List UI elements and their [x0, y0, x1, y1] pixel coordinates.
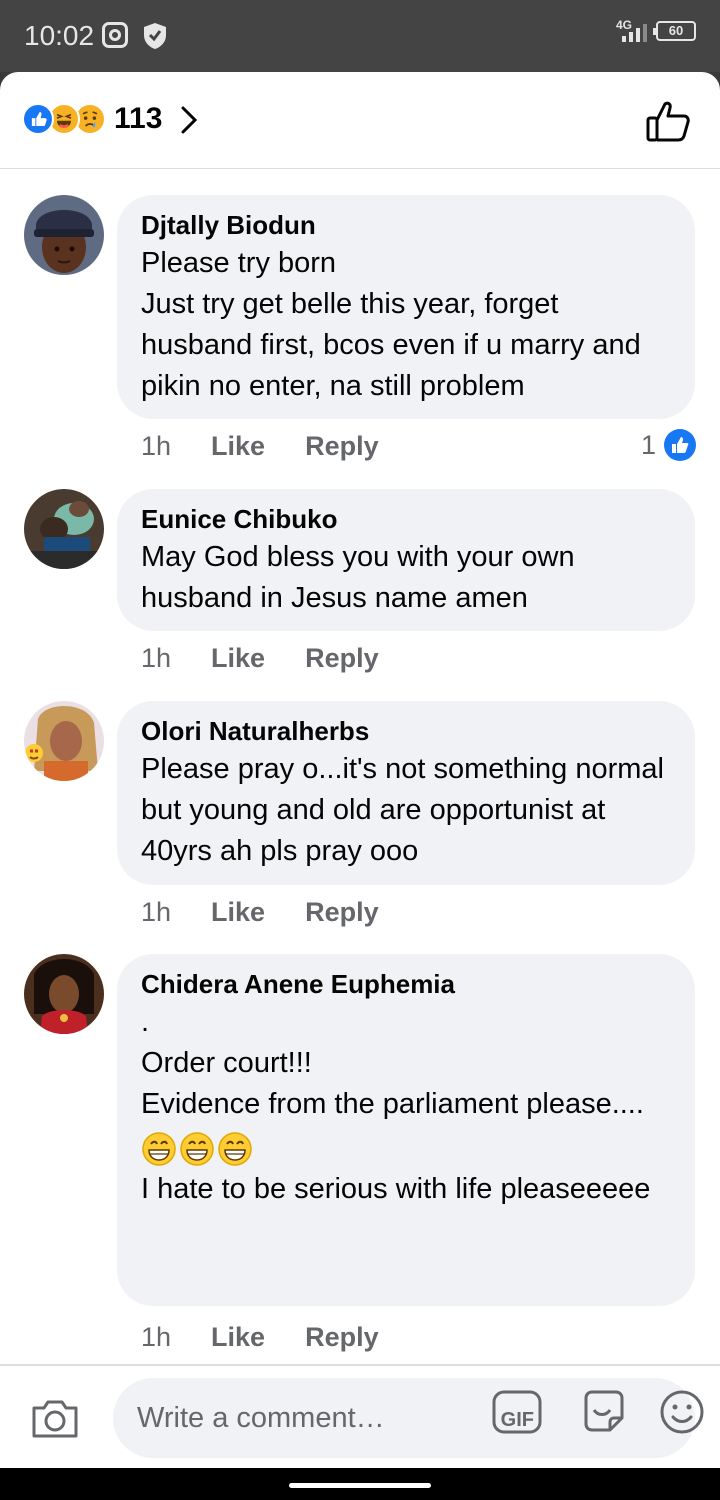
home-indicator[interactable]	[289, 1483, 431, 1488]
signal-icon: 4G	[616, 18, 650, 44]
gif-button[interactable]: GIF	[492, 1390, 580, 1440]
comments-sheet: 113 Djtally Biodun Please try born Just …	[0, 72, 720, 1468]
reactions-summary[interactable]: 113	[22, 102, 198, 136]
like-button[interactable]: Like	[211, 643, 265, 674]
comment-actions: 1h Like Reply	[141, 431, 379, 462]
comment-text: May God bless you with your own husband …	[141, 541, 575, 614]
like-button[interactable]: Like	[211, 897, 265, 928]
comment-bubble: Eunice Chibuko May God bless you with yo…	[117, 489, 695, 631]
comment-time: 1h	[141, 643, 172, 673]
grinning-face-icon	[180, 1132, 214, 1166]
reaction-count: 113	[114, 102, 163, 135]
battery-level: 60	[668, 23, 684, 38]
comment-author[interactable]: Djtally Biodun	[141, 209, 671, 241]
like-icon	[664, 429, 696, 461]
avatar[interactable]	[24, 954, 104, 1034]
reply-button[interactable]: Reply	[305, 431, 379, 462]
grinning-face-icon	[142, 1132, 176, 1166]
avatar[interactable]	[24, 195, 104, 275]
emoji-row	[141, 1131, 671, 1167]
like-reaction-icon	[22, 103, 54, 135]
avatar[interactable]	[24, 489, 104, 569]
emoji-icon[interactable]	[658, 1388, 706, 1441]
battery-icon: 60	[653, 21, 696, 41]
comment-author[interactable]: Eunice Chibuko	[141, 503, 671, 535]
comment-author[interactable]: Chidera Anene Euphemia	[141, 968, 671, 1000]
comment-text: . Order court!!! Evidence from the parli…	[141, 1006, 644, 1120]
comment-bubble: Chidera Anene Euphemia . Order court!!! …	[117, 954, 695, 1306]
chevron-right-icon	[181, 106, 198, 134]
like-button[interactable]: Like	[211, 431, 265, 462]
instagram-icon	[102, 22, 128, 48]
thumbs-up-icon[interactable]	[646, 100, 690, 147]
comment-actions: 1h Like Reply	[141, 1322, 379, 1353]
reply-button[interactable]: Reply	[305, 643, 379, 674]
comment-bubble: Olori Naturalherbs Please pray o...it's …	[117, 701, 695, 885]
comment-text: I hate to be serious with life pleaseeee…	[141, 1173, 651, 1205]
system-nav-bar	[0, 1468, 720, 1500]
comment-time: 1h	[141, 431, 172, 461]
comment-actions: 1h Like Reply	[141, 643, 379, 674]
gif-label: GIF	[500, 1408, 534, 1431]
comment-text: Please try born Just try get belle this …	[141, 247, 641, 402]
sticker-icon[interactable]	[580, 1388, 628, 1441]
comment-text: Please pray o...it's not something norma…	[141, 753, 664, 867]
reply-button[interactable]: Reply	[305, 897, 379, 928]
camera-icon[interactable]	[30, 1396, 80, 1445]
reply-button[interactable]: Reply	[305, 1322, 379, 1353]
composer-actions: GIF	[492, 1388, 706, 1441]
status-bar: 10:02 4G 60	[0, 0, 720, 72]
comment-actions: 1h Like Reply	[141, 897, 379, 928]
shield-icon	[143, 22, 167, 55]
avatar[interactable]	[24, 701, 104, 781]
comment-time: 1h	[141, 897, 172, 927]
status-time: 10:02	[24, 20, 95, 51]
comment-bubble: Djtally Biodun Please try born Just try …	[117, 195, 695, 419]
comment-like-count[interactable]: 1	[641, 429, 696, 461]
like-button[interactable]: Like	[211, 1322, 265, 1353]
status-indicators: 4G 60	[616, 18, 696, 44]
sheet-header: 113	[0, 72, 720, 169]
like-count-number: 1	[640, 429, 656, 460]
comment-time: 1h	[141, 1322, 172, 1352]
comment-author[interactable]: Olori Naturalherbs	[141, 715, 671, 747]
comment-composer: GIF	[0, 1364, 720, 1468]
grinning-face-icon	[218, 1132, 252, 1166]
